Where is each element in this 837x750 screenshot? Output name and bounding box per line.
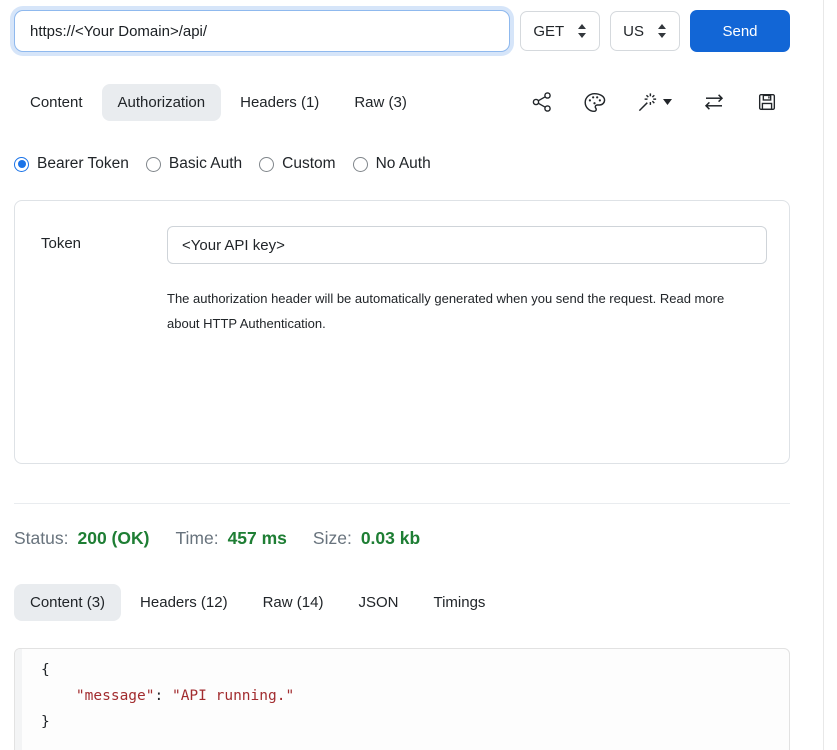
- radio-unselected-icon: [259, 157, 274, 172]
- tab-raw[interactable]: Raw (3): [338, 84, 423, 121]
- response-status-row: Status: 200 (OK) Time: 457 ms Size: 0.03…: [14, 525, 790, 551]
- status-size: Size: 0.03 kb: [313, 528, 420, 549]
- status-value: 0.03 kb: [361, 528, 420, 549]
- magic-wand-icon[interactable]: [636, 91, 672, 114]
- code-close-brace: }: [41, 714, 50, 730]
- status-label: Time:: [175, 528, 218, 549]
- send-button[interactable]: Send: [690, 10, 790, 52]
- save-icon[interactable]: [756, 91, 778, 113]
- tab-content[interactable]: Content: [14, 84, 99, 121]
- status-time: Time: 457 ms: [175, 528, 286, 549]
- tab-response-timings[interactable]: Timings: [417, 584, 501, 621]
- palette-icon[interactable]: [583, 91, 606, 114]
- tab-response-raw[interactable]: Raw (14): [247, 584, 340, 621]
- token-label: Token: [41, 226, 167, 336]
- toolbar-icon-group: [531, 90, 778, 114]
- radio-no-auth[interactable]: No Auth: [353, 155, 431, 173]
- radio-unselected-icon: [353, 157, 368, 172]
- radio-selected-icon: [14, 157, 29, 172]
- code-open-brace: {: [41, 662, 50, 678]
- bearer-token-panel: Token The authorization header will be a…: [14, 200, 790, 464]
- request-toolbar: GET US Send: [14, 0, 790, 54]
- radio-label: Bearer Token: [37, 155, 129, 173]
- radio-custom[interactable]: Custom: [259, 155, 335, 173]
- region-select[interactable]: US: [610, 11, 680, 51]
- code-json-value: "API running.": [172, 688, 294, 704]
- status-label: Status:: [14, 528, 68, 549]
- tab-headers[interactable]: Headers (1): [224, 84, 335, 121]
- radio-unselected-icon: [146, 157, 161, 172]
- tab-response-content[interactable]: Content (3): [14, 584, 121, 621]
- request-tabs-row: Content Authorization Headers (1) Raw (3…: [14, 82, 790, 122]
- response-json-code: { "message": "API running." }: [15, 649, 789, 735]
- token-help-text: The authorization header will be automat…: [167, 286, 767, 336]
- select-arrows-icon: [577, 24, 587, 38]
- caret-down-icon: [663, 99, 672, 105]
- method-select-value: GET: [533, 23, 564, 40]
- tab-response-json[interactable]: JSON: [342, 584, 414, 621]
- select-arrows-icon: [657, 24, 667, 38]
- auth-type-options: Bearer Token Basic Auth Custom No Auth: [14, 152, 790, 176]
- tab-authorization[interactable]: Authorization: [102, 84, 222, 121]
- code-gutter: [15, 649, 22, 750]
- radio-bearer-token[interactable]: Bearer Token: [14, 155, 129, 173]
- code-separator: :: [155, 688, 172, 704]
- radio-label: Basic Auth: [169, 155, 242, 173]
- url-input[interactable]: [14, 10, 510, 52]
- request-tabs: Content Authorization Headers (1) Raw (3…: [14, 84, 423, 121]
- token-help-line-1: The authorization header will be automat…: [167, 291, 724, 306]
- region-select-value: US: [623, 23, 644, 40]
- radio-label: No Auth: [376, 155, 431, 173]
- tab-response-headers[interactable]: Headers (12): [124, 584, 244, 621]
- code-json-key: "message": [76, 688, 155, 704]
- status-label: Size:: [313, 528, 352, 549]
- swap-arrows-icon[interactable]: [702, 90, 726, 114]
- token-input[interactable]: [167, 226, 767, 264]
- status-value: 200 (OK): [77, 528, 149, 549]
- response-tabs: Content (3) Headers (12) Raw (14) JSON T…: [14, 584, 790, 621]
- status-code: Status: 200 (OK): [14, 528, 149, 549]
- method-select[interactable]: GET: [520, 11, 600, 51]
- radio-label: Custom: [282, 155, 335, 173]
- response-body-panel: { "message": "API running." }: [14, 648, 790, 750]
- token-help-line-2: about HTTP Authentication.: [167, 316, 326, 331]
- api-tester-page: GET US Send Content Authorization Header…: [0, 0, 837, 750]
- page-edge-divider: [823, 0, 824, 750]
- radio-basic-auth[interactable]: Basic Auth: [146, 155, 242, 173]
- share-icon[interactable]: [531, 91, 553, 113]
- section-divider: [14, 503, 790, 504]
- status-value: 457 ms: [228, 528, 287, 549]
